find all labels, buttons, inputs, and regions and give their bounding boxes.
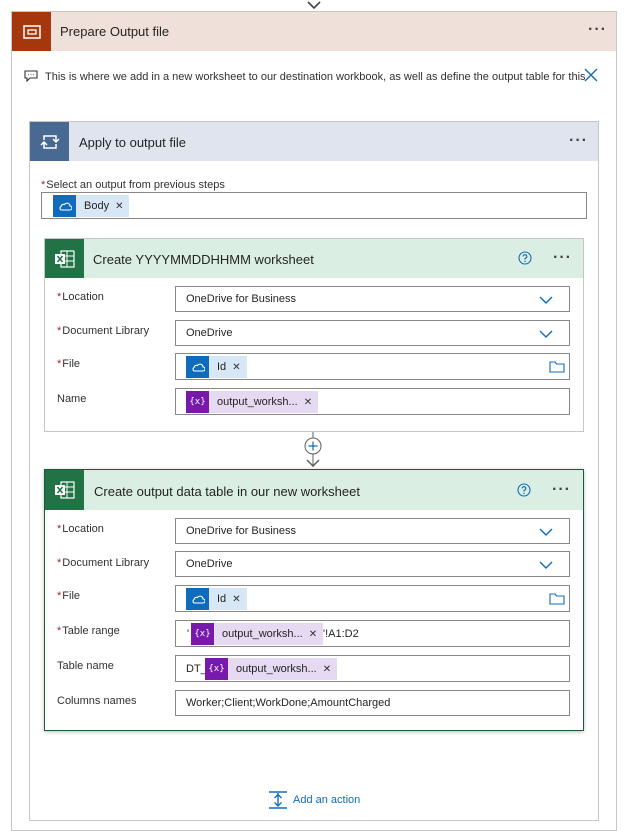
folder-browse-icon[interactable] — [549, 593, 565, 605]
token-label: Id — [217, 361, 227, 373]
onedrive-icon — [53, 195, 76, 217]
table-name-prefix: DT_ — [186, 663, 207, 675]
table-name-label: Table name — [57, 660, 114, 672]
remove-token-icon[interactable]: ✕ — [309, 629, 323, 640]
variable-token[interactable]: {x} output_worksh... ✕ — [191, 623, 324, 645]
file-field[interactable]: Id ✕ — [175, 353, 570, 380]
chevron-down-icon — [539, 528, 553, 536]
columns-names-label: Columns names — [57, 695, 137, 707]
remove-token-icon[interactable]: ✕ — [323, 664, 337, 675]
remove-token-icon[interactable]: ✕ — [304, 397, 318, 408]
scope-note[interactable]: This is where we add in a new worksheet … — [45, 71, 586, 83]
insert-step-plus-icon[interactable] — [304, 437, 322, 455]
scope-more-options-icon[interactable]: ··· — [588, 22, 607, 38]
token-label: output_worksh... — [222, 628, 303, 640]
variable-token[interactable]: {x} output_worksh... ✕ — [186, 391, 319, 413]
table-range-label: *Table range — [57, 625, 120, 637]
connector-arrow-icon — [307, 1, 321, 10]
location-label: *Location — [57, 523, 104, 535]
location-dropdown[interactable]: OneDrive for Business — [175, 286, 570, 312]
remove-token-icon[interactable]: ✕ — [232, 362, 246, 373]
create-worksheet-title: Create YYYYMMDDHHMM worksheet — [93, 252, 314, 267]
loop-icon — [30, 122, 69, 161]
body-token[interactable]: Body ✕ — [53, 195, 130, 217]
table-name-field[interactable]: DT_ {x} output_worksh... ✕ — [175, 655, 570, 682]
help-icon[interactable] — [517, 483, 531, 497]
select-output-label: *Select an output from previous steps — [41, 179, 225, 191]
card1-more-options-icon[interactable]: ··· — [553, 250, 572, 266]
add-action-icon[interactable] — [268, 790, 288, 810]
name-label: Name — [57, 393, 87, 405]
create-table-title: Create output data table in our new work… — [94, 484, 360, 499]
select-output-field[interactable]: Body ✕ — [41, 192, 587, 219]
excel-icon — [45, 470, 84, 510]
card2-more-options-icon[interactable]: ··· — [552, 482, 571, 498]
file-label: *File — [57, 358, 81, 370]
document-library-dropdown[interactable]: OneDrive — [175, 551, 570, 577]
scope-icon — [12, 12, 51, 51]
chevron-down-icon — [539, 296, 553, 304]
columns-names-field[interactable]: Worker;Client;WorkDone;AmountCharged — [175, 690, 570, 716]
location-value: OneDrive for Business — [186, 293, 297, 305]
location-label: *Location — [57, 291, 104, 303]
token-label: Id — [217, 593, 227, 605]
variable-icon: {x} — [186, 391, 209, 413]
onedrive-icon — [186, 356, 209, 378]
location-dropdown[interactable]: OneDrive for Business — [175, 518, 570, 544]
token-label: output_worksh... — [236, 663, 317, 675]
onedrive-icon — [186, 588, 209, 610]
table-range-field[interactable]: ' {x} output_worksh... ✕ '!A1:D2 — [175, 620, 570, 647]
document-library-label: *Document Library — [57, 557, 150, 569]
document-library-label: *Document Library — [57, 325, 150, 337]
range-prefix: ' — [187, 628, 190, 640]
columns-names-value: Worker;Client;WorkDone;AmountCharged — [186, 697, 391, 709]
document-library-value: OneDrive — [186, 558, 233, 570]
token-label: Body — [84, 200, 110, 212]
range-suffix: '!A1:D2 — [323, 628, 359, 640]
chevron-down-icon — [539, 561, 553, 569]
file-label: *File — [57, 590, 81, 602]
token-label: output_worksh... — [217, 396, 298, 408]
id-token[interactable]: Id ✕ — [186, 356, 247, 378]
location-value: OneDrive for Business — [186, 525, 297, 537]
variable-icon: {x} — [205, 658, 228, 680]
remove-token-icon[interactable]: ✕ — [115, 201, 129, 212]
variable-icon: {x} — [191, 623, 214, 645]
comment-icon — [24, 70, 38, 82]
variable-token[interactable]: {x} output_worksh... ✕ — [205, 658, 338, 680]
remove-token-icon[interactable]: ✕ — [232, 594, 246, 605]
add-action-link[interactable]: Add an action — [293, 794, 360, 806]
close-icon[interactable] — [583, 67, 599, 83]
help-icon[interactable] — [518, 251, 532, 265]
document-library-dropdown[interactable]: OneDrive — [175, 320, 570, 346]
excel-icon — [45, 239, 84, 278]
document-library-value: OneDrive — [186, 327, 233, 339]
folder-browse-icon[interactable] — [549, 361, 565, 373]
apply-to-each-title: Apply to output file — [79, 135, 186, 150]
scope-title: Prepare Output file — [60, 24, 170, 39]
id-token[interactable]: Id ✕ — [186, 588, 247, 610]
file-field[interactable]: Id ✕ — [175, 585, 570, 612]
chevron-down-icon — [539, 330, 553, 338]
name-field[interactable]: {x} output_worksh... ✕ — [175, 388, 570, 415]
apply-more-options-icon[interactable]: ··· — [569, 133, 588, 149]
